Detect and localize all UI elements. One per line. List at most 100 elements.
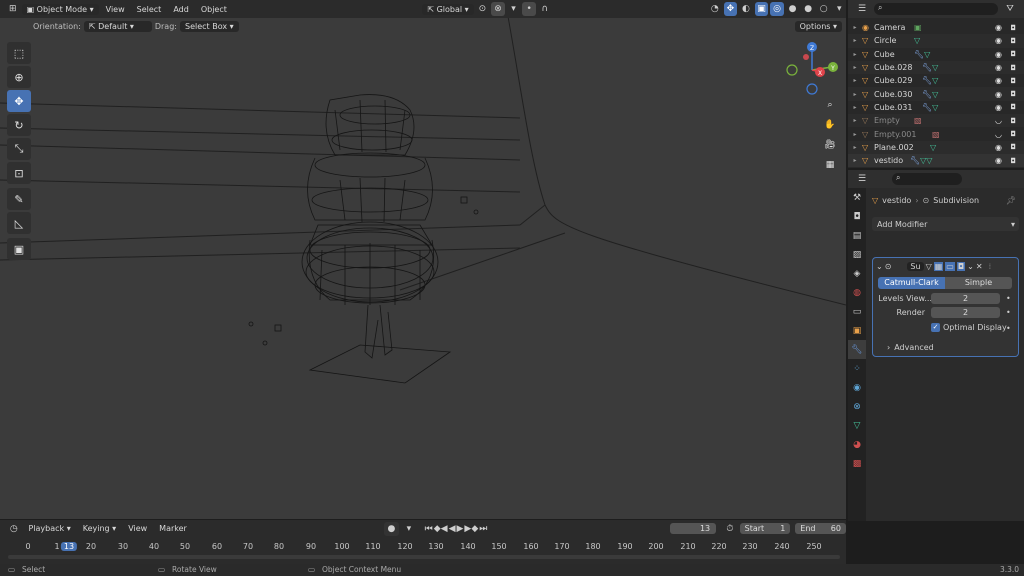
pan-hand-icon[interactable]: ✋ bbox=[821, 116, 839, 134]
object-tab-icon[interactable]: ▣ bbox=[848, 321, 866, 340]
add-cube-tool[interactable]: ▣ bbox=[7, 238, 31, 260]
properties-search-input[interactable]: ⌕ bbox=[892, 173, 962, 185]
material-tab-icon[interactable]: ◕ bbox=[848, 435, 866, 454]
3d-viewport[interactable]: Z Y X ⊞ ▣ Object Mode ▾ View Select Add … bbox=[0, 0, 846, 519]
frame-ruler[interactable]: 0 1 13 20 30 40 50 60 70 80 90 100 110 120 130 140 150 16… bbox=[0, 520, 846, 564]
collapse-chevron-icon[interactable]: ⌄ bbox=[876, 262, 883, 271]
orientation-dropdown[interactable]: ⇱ Default ▾ bbox=[83, 21, 152, 32]
eye-icon[interactable]: ◉ bbox=[995, 76, 1002, 85]
cursor-tool[interactable]: ⊕ bbox=[7, 66, 31, 88]
transform-orientation-dropdown[interactable]: ⇱ Global ▾ bbox=[422, 3, 474, 15]
drag-dropdown[interactable]: Select Box ▾ bbox=[179, 21, 239, 32]
scale-tool[interactable]: ⤡ bbox=[7, 138, 31, 160]
outliner-item[interactable]: ▸ ▽ Cube.028 🔧︎ ▽ ◉ ◘ bbox=[848, 60, 1024, 75]
physics-tab-icon[interactable]: ◉ bbox=[848, 378, 866, 397]
add-modifier-dropdown[interactable]: Add Modifier ▾ bbox=[872, 217, 1019, 231]
levels-viewport-field[interactable]: 2 bbox=[931, 293, 1000, 304]
zoom-icon[interactable]: ⌕ bbox=[821, 96, 839, 114]
eye-icon[interactable]: ◉ bbox=[995, 143, 1002, 152]
edit-mode-icon[interactable]: ▽ bbox=[926, 262, 932, 271]
annotate-tool[interactable]: ✎ bbox=[7, 188, 31, 210]
render-camera-icon[interactable]: ◘ bbox=[1010, 143, 1016, 151]
outliner-item[interactable]: ▸ ▽ Plane.002 ▽ ◉ ◘ bbox=[848, 140, 1024, 154]
shading-rendered-icon[interactable]: ○ bbox=[817, 2, 831, 16]
outliner-item[interactable]: ▸ ▽ Empty.001 ▧ ◡ ◘ bbox=[848, 127, 1024, 140]
close-icon[interactable]: ✕ bbox=[976, 262, 983, 271]
shading-wireframe-icon[interactable]: ◎ bbox=[770, 2, 784, 16]
pin-icon[interactable]: 📌︎ bbox=[1006, 196, 1016, 205]
shading-options-icon[interactable]: ▾ bbox=[833, 2, 847, 16]
world-tab-icon[interactable]: ◍ bbox=[848, 283, 866, 302]
snap-icon[interactable]: ⊗ bbox=[491, 2, 505, 16]
filter-icon[interactable]: ⛛ bbox=[1002, 2, 1018, 16]
render-camera-icon[interactable]: ◘ bbox=[1010, 64, 1016, 72]
advanced-subpanel[interactable]: › Advanced bbox=[887, 343, 934, 352]
render-levels-field[interactable]: 2 bbox=[931, 307, 1000, 318]
eye-icon[interactable]: ◉ bbox=[995, 36, 1002, 45]
menu-add[interactable]: Add bbox=[168, 4, 194, 15]
render-camera-icon[interactable]: ◘ bbox=[1010, 50, 1016, 58]
keyframe-dot-icon[interactable]: • bbox=[1006, 324, 1011, 333]
snap-target-icon[interactable]: ▾ bbox=[507, 2, 521, 16]
shading-material-icon[interactable]: ● bbox=[801, 2, 815, 16]
simple-button[interactable]: Simple bbox=[945, 277, 1012, 289]
visibility-icon[interactable]: ◔ bbox=[708, 2, 722, 16]
outliner-item[interactable]: ▸ ▽ vestido 🔧︎ ▽▽ ◉ ◘ bbox=[848, 153, 1024, 168]
eye-icon[interactable]: ◉ bbox=[995, 103, 1002, 112]
pivot-point-icon[interactable]: ⊙ bbox=[476, 2, 490, 16]
proportional-falloff-icon[interactable]: ∩ bbox=[538, 2, 552, 16]
realtime-icon[interactable]: ▭ bbox=[945, 261, 955, 271]
menu-view[interactable]: View bbox=[101, 4, 130, 15]
current-frame-playhead[interactable]: 13 bbox=[60, 542, 78, 551]
eye-closed-icon[interactable]: ◡ bbox=[995, 130, 1002, 139]
scene-tab-icon[interactable]: ◈ bbox=[848, 264, 866, 283]
editor-type-icon[interactable]: ⊞ bbox=[6, 2, 20, 16]
render-camera-icon[interactable]: ◘ bbox=[1010, 90, 1016, 98]
eye-icon[interactable]: ◉ bbox=[995, 90, 1002, 99]
timeline-scrollbar[interactable] bbox=[8, 555, 840, 559]
render-camera-icon[interactable]: ◘ bbox=[1010, 130, 1016, 138]
render-camera-icon[interactable]: ◘ bbox=[1010, 24, 1016, 32]
move-tool[interactable]: ✥ bbox=[7, 90, 31, 112]
texture-tab-icon[interactable]: ▩ bbox=[848, 454, 866, 473]
properties-editor-icon[interactable]: ☰ bbox=[854, 172, 870, 186]
perspective-grid-icon[interactable]: ▦ bbox=[821, 156, 839, 174]
proportional-edit-icon[interactable]: • bbox=[522, 2, 536, 16]
modifier-tab-icon[interactable]: 🔧︎ bbox=[848, 340, 866, 359]
data-tab-icon[interactable]: ▽ bbox=[848, 416, 866, 435]
outliner-editor-icon[interactable]: ☰ bbox=[854, 2, 870, 16]
render-camera-icon[interactable]: ◘ bbox=[1010, 117, 1016, 125]
gizmo-toggle-icon[interactable]: ✥ bbox=[723, 2, 738, 16]
particles-tab-icon[interactable]: ⁘ bbox=[848, 359, 866, 378]
modifier-name-field[interactable]: Su bbox=[907, 261, 924, 271]
overlay-icon[interactable]: ◐ bbox=[739, 2, 753, 16]
eye-icon[interactable]: ◉ bbox=[995, 50, 1002, 59]
outliner-item[interactable]: ▸ ▽ Cube.029 🔧︎ ▽ ◉ ◘ bbox=[848, 74, 1024, 87]
optimal-display-checkbox[interactable]: ✓ bbox=[931, 323, 940, 332]
rotate-tool[interactable]: ↻ bbox=[7, 114, 31, 136]
viewport-scene[interactable]: Z Y X bbox=[0, 0, 846, 519]
render-camera-icon[interactable]: ◘ bbox=[1010, 157, 1016, 165]
catmull-clark-button[interactable]: Catmull-Clark bbox=[878, 277, 945, 289]
outliner-item[interactable]: ▸ ◉ Camera ▣ ◉ ◘ bbox=[848, 21, 1024, 34]
menu-select[interactable]: Select bbox=[132, 4, 167, 15]
render-tab-icon[interactable]: ◘ bbox=[848, 207, 866, 226]
options-dropdown[interactable]: Options ▾ bbox=[794, 21, 842, 32]
eye-icon[interactable]: ◉ bbox=[995, 63, 1002, 72]
drag-handle-icon[interactable]: ⁞ bbox=[989, 262, 992, 271]
tool-tab-icon[interactable]: ⚒ bbox=[848, 188, 866, 207]
select-box-tool[interactable]: ⬚ bbox=[7, 42, 31, 64]
constraints-tab-icon[interactable]: ⊗ bbox=[848, 397, 866, 416]
eye-icon[interactable]: ◉ bbox=[995, 156, 1002, 165]
measure-tool[interactable]: ◺ bbox=[7, 212, 31, 234]
transform-tool[interactable]: ⊡ bbox=[7, 162, 31, 184]
on-cage-icon[interactable]: ▦ bbox=[933, 261, 944, 271]
outliner-item[interactable]: ▸ ▽ Circle ▽ ◉ ◘ bbox=[848, 34, 1024, 48]
render-icon[interactable]: ◘ bbox=[956, 261, 966, 271]
modifier-menu-icon[interactable]: ⌄ bbox=[967, 262, 974, 271]
collection-tab-icon[interactable]: ▭ bbox=[848, 302, 866, 321]
outliner-item[interactable]: ▸ ▽ Cube 🔧︎ ▽ ◉ ◘ bbox=[848, 48, 1024, 61]
outliner-search-input[interactable]: ⌕ bbox=[874, 3, 998, 15]
outliner-item[interactable]: ▸ ▽ Empty ▧ ◡ ◘ bbox=[848, 114, 1024, 128]
outliner-item[interactable]: ▸ ▽ Cube.030 🔧︎ ▽ ◉ ◘ bbox=[848, 87, 1024, 101]
